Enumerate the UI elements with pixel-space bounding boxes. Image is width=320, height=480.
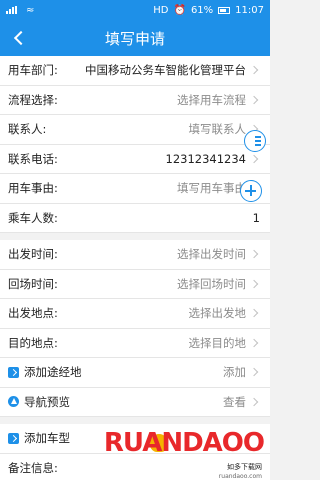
watermark-site: ruandaoo.com [218, 473, 262, 480]
chevron-right-icon [250, 249, 260, 259]
contact-label: 联系人: [8, 122, 47, 137]
nav-preview-action[interactable]: 查看 [223, 394, 246, 410]
nav-preview-label: 导航预览 [24, 394, 70, 409]
chevron-right-icon [250, 338, 260, 348]
back-icon[interactable] [10, 28, 30, 48]
depart-place-label: 出发地点: [8, 306, 58, 321]
row-passengers[interactable]: 乘车人数: 1 [0, 203, 270, 233]
row-nav-preview[interactable]: 导航预览 查看 [0, 387, 270, 417]
row-destination[interactable]: 目的地点: 选择目的地 [0, 328, 270, 358]
row-process[interactable]: 流程选择: 选择用车流程 [0, 85, 270, 115]
signal-icon [6, 6, 20, 14]
row-contact[interactable]: 联系人: 填写联系人 [0, 115, 270, 145]
row-department[interactable]: 用车部门: 中国移动公务车智能化管理平台 [0, 56, 270, 86]
section-gap [0, 233, 270, 240]
department-value: 中国移动公务车智能化管理平台 [85, 63, 246, 78]
row-depart-time[interactable]: 出发时间: 选择出发时间 [0, 240, 270, 270]
wifi-icon: ≈ [26, 4, 35, 16]
battery-percent: 61% [190, 4, 214, 16]
row-return-time[interactable]: 回场时间: 选择回场时间 [0, 269, 270, 299]
add-car-type-icon [8, 432, 19, 444]
chevron-right-icon [250, 65, 260, 75]
chevron-right-icon [250, 95, 260, 105]
row-waypoint[interactable]: 添加途经地 添加 [0, 358, 270, 388]
application-form: 用车部门: 中国移动公务车智能化管理平台 流程选择: 选择用车流程 联系人: 填… [0, 56, 270, 480]
passengers-label: 乘车人数: [8, 210, 58, 225]
status-bar: ≈ HD ⏰ 61% 11:07 [0, 0, 270, 20]
phone-label: 联系电话: [8, 151, 58, 166]
watermark-logo: RUANDAOO 如多下载网 ruandaoo.com [104, 428, 266, 480]
process-label: 流程选择: [8, 92, 58, 107]
reason-input[interactable]: 填写用车事由 [177, 180, 246, 196]
menu-float-icon[interactable] [244, 130, 266, 152]
status-right: HD ⏰ 61% 11:07 [153, 5, 264, 16]
car-type-label: 添加车型 [24, 431, 70, 446]
chevron-right-icon [250, 279, 260, 289]
depart-time-placeholder: 选择出发时间 [177, 247, 246, 262]
hd-badge: HD [153, 4, 169, 16]
status-left: ≈ [6, 5, 34, 16]
row-reason[interactable]: 用车事由: 填写用车事由 [0, 174, 270, 204]
return-time-placeholder: 选择回场时间 [177, 276, 246, 291]
phone-input[interactable]: 12312341234 [166, 152, 246, 166]
alarm-icon: ⏰ [173, 4, 186, 16]
add-float-icon[interactable] [240, 180, 262, 202]
clock: 11:07 [235, 4, 264, 16]
contact-input[interactable]: 填写联系人 [189, 121, 247, 137]
department-label: 用车部门: [8, 63, 58, 78]
chevron-right-icon [250, 154, 260, 164]
battery-icon [218, 6, 231, 14]
watermark-slogan: 如多下载网 [227, 463, 262, 471]
chevron-right-icon [250, 367, 260, 377]
waypoint-action[interactable]: 添加 [223, 364, 246, 380]
add-waypoint-icon [8, 366, 19, 378]
remark-label: 备注信息: [8, 460, 58, 475]
return-time-label: 回场时间: [8, 276, 58, 291]
nav-bar: 填写申请 [0, 20, 270, 56]
waypoint-label: 添加途经地 [24, 365, 82, 380]
passengers-input[interactable]: 1 [253, 211, 260, 225]
navigation-icon [8, 396, 19, 408]
row-phone[interactable]: 联系电话: 12312341234 [0, 144, 270, 174]
destination-placeholder: 选择目的地 [188, 335, 247, 350]
section-gap [0, 417, 270, 424]
reason-label: 用车事由: [8, 181, 58, 196]
depart-place-placeholder: 选择出发地 [188, 306, 247, 321]
depart-time-label: 出发时间: [8, 247, 58, 262]
process-placeholder: 选择用车流程 [177, 92, 246, 107]
chevron-right-icon [250, 397, 260, 407]
watermark-brand: RUANDAOO [103, 428, 265, 458]
chevron-right-icon [250, 308, 260, 318]
destination-label: 目的地点: [8, 335, 58, 350]
page-title: 填写申请 [104, 29, 165, 48]
row-depart-place[interactable]: 出发地点: 选择出发地 [0, 299, 270, 329]
